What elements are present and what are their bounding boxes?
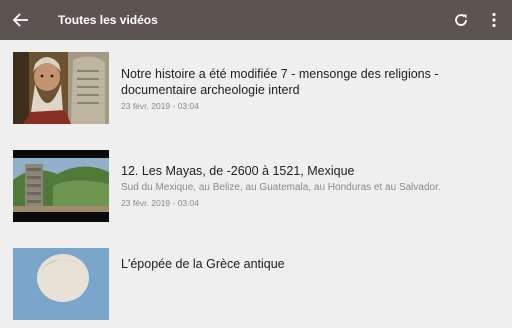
refresh-icon (455, 14, 467, 26)
video-thumbnail (13, 52, 109, 124)
arrow-left-icon (12, 13, 28, 27)
video-text: Notre histoire a été modifiée 7 - menson… (121, 66, 504, 112)
video-text: 12. Les Mayas, de -2600 à 1521, Mexique … (121, 163, 504, 209)
refresh-button[interactable] (449, 8, 473, 32)
video-list-item[interactable]: 12. Les Mayas, de -2600 à 1521, Mexique … (0, 136, 512, 232)
more-vertical-icon (492, 12, 496, 28)
video-list-item[interactable]: Notre histoire a été modifiée 7 - menson… (0, 40, 512, 136)
video-title: Notre histoire a été modifiée 7 - menson… (121, 67, 439, 97)
app-bar: Toutes les vidéos (0, 0, 512, 40)
video-title: L'épopée de la Grèce antique (121, 257, 285, 271)
video-thumbnail (13, 150, 109, 222)
video-date: 23 févr. 2019 - 03:04 (121, 101, 199, 111)
video-title: 12. Les Mayas, de -2600 à 1521, Mexique (121, 164, 355, 178)
back-button[interactable] (8, 8, 32, 32)
video-text: L'épopée de la Grèce antique (121, 256, 504, 272)
more-options-button[interactable] (482, 8, 506, 32)
video-thumbnail (13, 248, 109, 320)
video-description: Sud du Mexique, au Belize, au Guatemala,… (121, 182, 441, 193)
video-list-item[interactable]: L'épopée de la Grèce antique (0, 232, 512, 328)
video-date: 23 févr. 2019 - 03:04 (121, 198, 199, 208)
page-title: Toutes les vidéos (58, 13, 158, 27)
